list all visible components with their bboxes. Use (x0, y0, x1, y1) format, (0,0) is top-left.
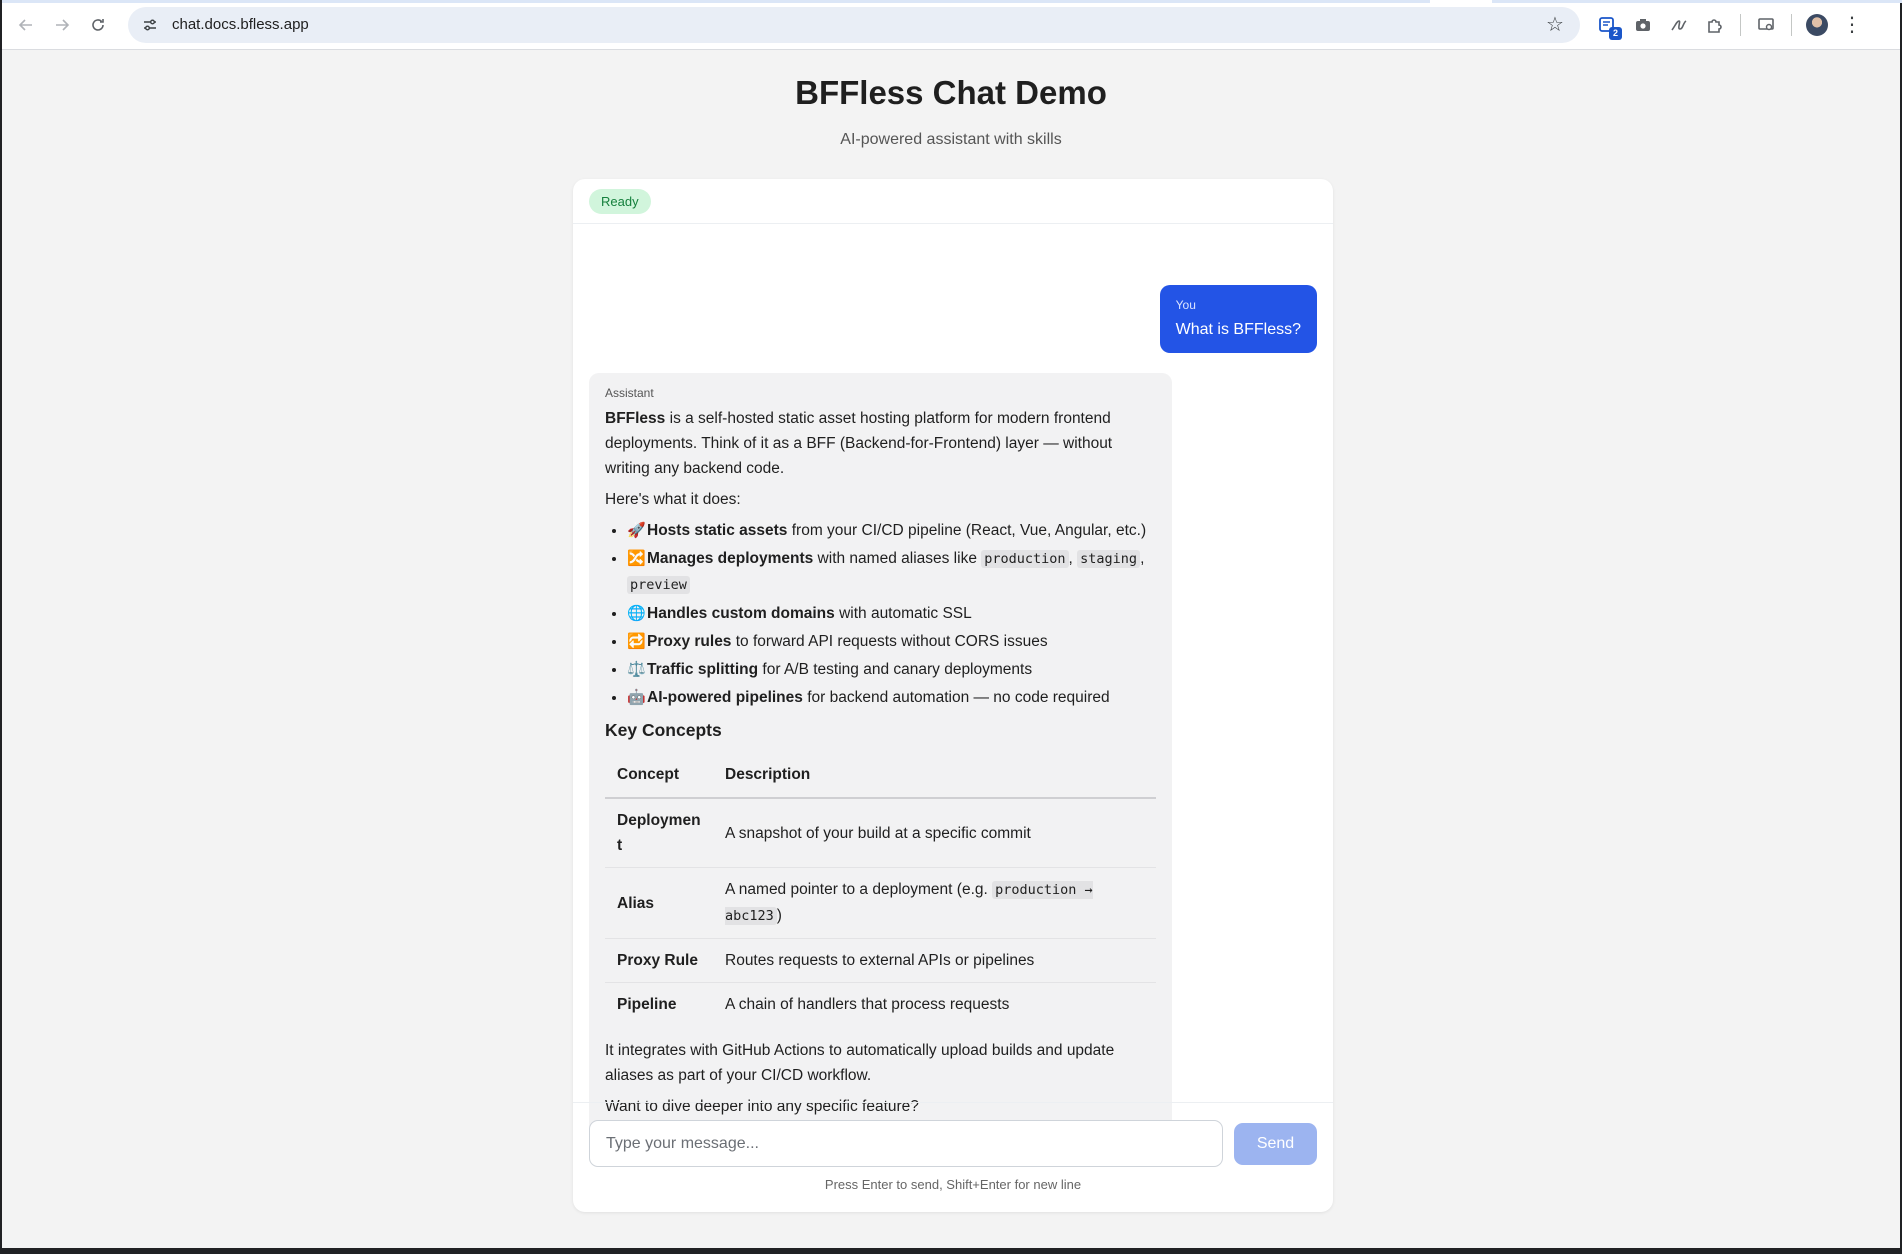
reload-button[interactable] (80, 7, 116, 43)
cast-icon[interactable] (1755, 14, 1777, 36)
keyboard-hint: Press Enter to send, Shift+Enter for new… (824, 1177, 1082, 1192)
list-item: ⚖️Traffic splitting for A/B testing and … (627, 657, 1156, 682)
message-list[interactable]: You What is BFFless? Assistant BFFless i… (573, 224, 1333, 1145)
kebab-icon[interactable]: ⋮ (1842, 12, 1862, 37)
feature-text: with named aliases like (813, 550, 982, 567)
scales-icon: ⚖️ (627, 661, 646, 678)
list-item: 🚀Hosts static assets from your CI/CD pip… (627, 518, 1156, 543)
closing-paragraph: It integrates with GitHub Actions to aut… (605, 1042, 1115, 1084)
toolbar-divider (1791, 13, 1792, 36)
intro-paragraph: BFFless is a self-hosted static asset ho… (605, 406, 1156, 481)
back-button[interactable] (8, 7, 44, 43)
toolbar-divider (1740, 13, 1741, 36)
description-cell: A named pointer to a deployment (e.g. pr… (713, 867, 1156, 939)
section-heading: Key Concepts (605, 720, 722, 740)
chat-card: Ready You What is BFFless? Assistant BFF… (573, 179, 1333, 1212)
send-button[interactable]: Send (1234, 1123, 1317, 1165)
description-cell: Routes requests to external APIs or pipe… (713, 938, 1156, 983)
robot-icon: 🤖 (627, 689, 646, 706)
inline-code: production (981, 550, 1069, 568)
shuffle-icon: 🔀 (627, 550, 646, 567)
inline-code: preview (627, 576, 690, 594)
browser-toolbar: chat.docs.bfless.app ☆ 2 ⋮ (2, 0, 1902, 50)
puzzle-icon[interactable] (1704, 14, 1726, 36)
message-text: What is BFFless? (1175, 321, 1301, 338)
user-message: You What is BFFless? (1159, 285, 1317, 353)
composer: Send Press Enter to send, Shift+Enter fo… (573, 1102, 1333, 1212)
intro-bold: BFFless (605, 410, 666, 427)
feature-text: for A/B testing and canary deployments (758, 661, 1033, 678)
message-input[interactable] (589, 1120, 1223, 1167)
message-role: You (1175, 298, 1196, 312)
description-text: A named pointer to a deployment (e.g. (725, 881, 993, 898)
table-row: Alias A named pointer to a deployment (e… (605, 867, 1156, 939)
page-subtitle: AI-powered assistant with skills (840, 131, 1062, 148)
column-header: Concept (605, 753, 713, 799)
column-header: Description (713, 753, 1156, 799)
globe-icon: 🌐 (627, 605, 646, 622)
concepts-table: Concept Description Deployment A snapsho… (605, 753, 1156, 1026)
feature-title: Hosts static assets (647, 522, 788, 539)
extension-badge-icon[interactable]: 2 (1596, 14, 1622, 40)
list-item: 🔁Proxy rules to forward API requests wit… (627, 629, 1156, 654)
description-cell: A chain of handlers that process request… (725, 996, 1010, 1013)
feature-title: AI-powered pipelines (647, 689, 803, 706)
lead-paragraph: Here's what it does: (605, 491, 741, 508)
rocket-icon: 🚀 (627, 522, 646, 539)
extensions-area: 2 ⋮ (1596, 12, 1862, 40)
arrow-right-icon (56, 18, 70, 31)
assistant-message: Assistant BFFless is a self-hosted stati… (589, 373, 1172, 1145)
url-text[interactable]: chat.docs.bfless.app (172, 16, 309, 33)
scribble-icon[interactable] (1668, 14, 1690, 36)
intro-text: is a self-hosted static asset hosting pl… (605, 410, 1113, 477)
message-role: Assistant (605, 386, 654, 400)
feature-text: to forward API requests without CORS iss… (731, 633, 1048, 650)
table-row: Pipeline A chain of handlers that proces… (605, 983, 1156, 1027)
repeat-icon: 🔁 (627, 633, 646, 650)
forward-button[interactable] (44, 7, 80, 43)
chat-header: Ready (573, 179, 1333, 224)
table-header-row: Concept Description (605, 753, 1156, 799)
feature-text: for backend automation — no code require… (802, 689, 1110, 706)
list-item: 🌐Handles custom domains with automatic S… (627, 601, 1156, 626)
concept-cell: Deployment (605, 798, 713, 868)
reload-icon (92, 18, 104, 31)
camera-icon[interactable] (1632, 14, 1654, 36)
description-text: ) (776, 907, 782, 924)
concept-cell: Pipeline (617, 996, 677, 1013)
concept-cell: Alias (605, 867, 713, 939)
feature-list: 🚀Hosts static assets from your CI/CD pip… (605, 518, 1156, 710)
feature-title: Proxy rules (647, 633, 732, 650)
list-item: 🤖AI-powered pipelines for backend automa… (627, 685, 1156, 710)
arrow-left-icon (18, 18, 32, 31)
feature-title: Traffic splitting (647, 661, 759, 678)
feature-text: with automatic SSL (834, 605, 972, 622)
concept-cell: Proxy Rule (605, 938, 713, 983)
address-bar[interactable]: chat.docs.bfless.app ☆ (128, 6, 1580, 43)
inline-code: staging (1077, 550, 1141, 568)
avatar[interactable] (1806, 13, 1828, 36)
list-item: 🔀Manages deployments with named aliases … (627, 546, 1156, 598)
table-row: Deployment A snapshot of your build at a… (605, 798, 1156, 868)
star-icon[interactable]: ☆ (1544, 14, 1566, 36)
page-title: BFFless Chat Demo (795, 74, 1107, 111)
feature-text: from your CI/CD pipeline (React, Vue, An… (787, 522, 1147, 539)
feature-title: Manages deployments (647, 550, 814, 567)
status-badge: Ready (589, 189, 651, 214)
description-cell: A snapshot of your build at a specific c… (713, 798, 1156, 868)
feature-title: Handles custom domains (647, 605, 835, 622)
extension-badge-count: 2 (1609, 26, 1622, 40)
table-row: Proxy Rule Routes requests to external A… (605, 938, 1156, 983)
tune-icon[interactable] (140, 15, 160, 35)
